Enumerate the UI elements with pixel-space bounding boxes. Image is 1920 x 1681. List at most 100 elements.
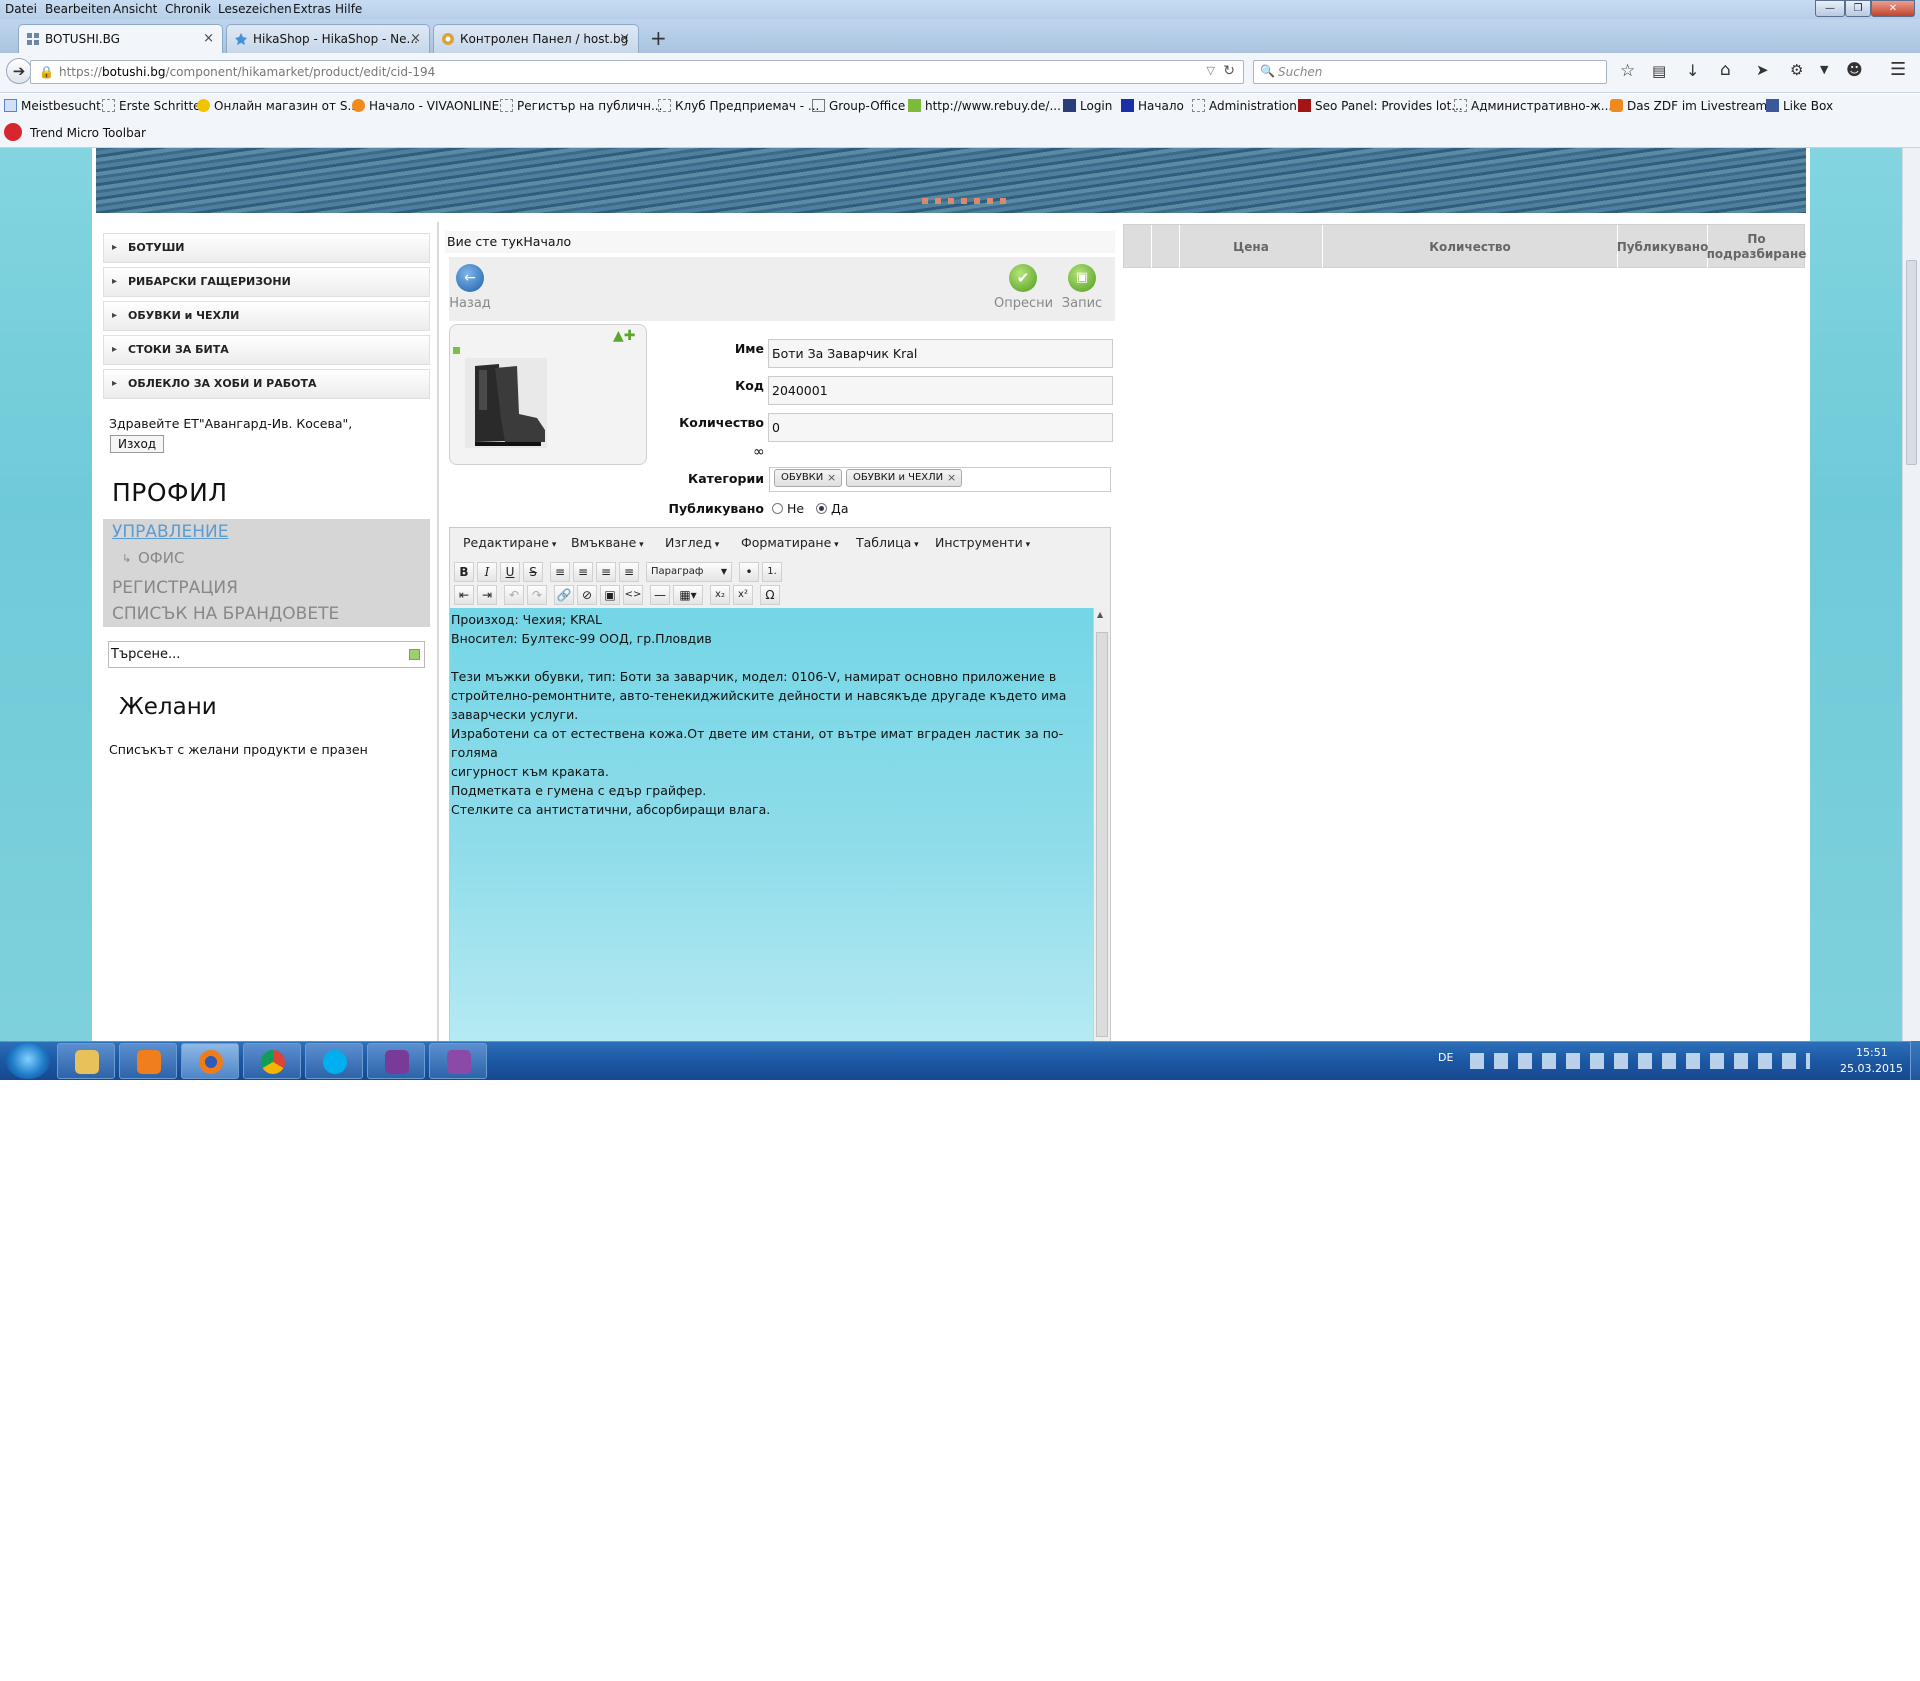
menu-bookmarks[interactable]: Lesezeichen [218, 2, 292, 16]
refresh-button[interactable]: ✔ Опресни [994, 264, 1053, 311]
new-tab-button[interactable]: + [650, 26, 667, 50]
table-icon[interactable]: ▦▾ [673, 585, 703, 605]
editor-menu-insert[interactable]: Вмъкване [571, 535, 644, 550]
editor-menu-edit[interactable]: Редактиране [463, 535, 556, 550]
bookmark-item[interactable]: Group-Office [812, 99, 905, 113]
tab-botushi[interactable]: BOTUSHI.BG × [18, 24, 223, 54]
indent-icon[interactable]: ⇥ [477, 585, 497, 605]
close-tab-icon[interactable]: × [410, 25, 421, 53]
menu-view[interactable]: Ansicht [113, 2, 157, 16]
scrollbar-thumb[interactable] [1096, 632, 1108, 1037]
special-char-icon[interactable]: Ω [760, 585, 780, 605]
link-icon[interactable]: 🔗 [554, 585, 574, 605]
editor-scrollbar[interactable]: ▲ [1093, 608, 1110, 1041]
bookmark-item[interactable]: Онлайн магазин от S... [197, 99, 359, 113]
slider-dots[interactable] [922, 198, 1012, 204]
redo-icon[interactable]: ↷ [527, 585, 547, 605]
dropdown-history-icon[interactable]: ▽ [1207, 64, 1215, 77]
menu-hamburger-icon[interactable]: ☰ [1890, 59, 1906, 80]
column-quantity[interactable]: Количество [1323, 225, 1618, 269]
trend-micro-label[interactable]: Trend Micro Toolbar [30, 126, 146, 140]
minimize-icon[interactable]: — [1815, 0, 1845, 17]
clock-date[interactable]: 25.03.2015 [1840, 1062, 1903, 1075]
code-icon[interactable]: <> [623, 585, 643, 605]
bookmark-item[interactable]: Erste Schritte [102, 99, 201, 113]
add-image-icon[interactable]: ▲✚ [613, 328, 636, 344]
bold-icon[interactable]: B [454, 562, 474, 582]
system-tray-icons[interactable] [1470, 1053, 1810, 1069]
taskbar-onenote-clipper[interactable] [429, 1043, 487, 1079]
reading-list-icon[interactable]: ▤ [1652, 62, 1666, 80]
quantity-input[interactable]: 0 [768, 413, 1113, 442]
column-published[interactable]: Публикувано [1617, 225, 1708, 269]
editor-menu-tools[interactable]: Инструменти [935, 535, 1030, 550]
taskbar-skype[interactable] [305, 1043, 363, 1079]
column-price[interactable]: Цена [1180, 225, 1323, 269]
restore-icon[interactable]: ❐ [1845, 0, 1871, 17]
align-justify-icon[interactable]: ≡ [619, 562, 639, 582]
horizontal-rule-icon[interactable]: — [650, 585, 670, 605]
scroll-up-icon[interactable]: ▲ [1097, 610, 1103, 619]
category-shoes-slippers[interactable]: ОБУВКИ и ЧЕХЛИ [103, 301, 430, 331]
bookmark-item[interactable]: Das ZDF im Livestream... [1610, 99, 1779, 113]
bookmark-item[interactable]: Seo Panel: Provides lot... [1298, 99, 1463, 113]
start-button[interactable] [6, 1043, 50, 1079]
menu-item-management[interactable]: УПРАВЛЕНИЕ [112, 522, 228, 542]
downloads-icon[interactable]: ↓ [1686, 61, 1699, 80]
search-icon[interactable] [409, 649, 420, 660]
chat-icon[interactable]: ☻ [1846, 60, 1863, 79]
addon-icon[interactable]: ⚙ [1790, 61, 1803, 79]
strikethrough-icon[interactable]: S [523, 562, 543, 582]
subscript-icon[interactable]: x₂ [710, 585, 730, 605]
taskbar-media-player[interactable] [119, 1043, 177, 1079]
category-clothing[interactable]: ОБЛЕКЛО ЗА ХОБИ И РАБОТА [103, 369, 430, 399]
taskbar-firefox[interactable] [181, 1043, 239, 1079]
menu-tools[interactable]: Extras [293, 2, 331, 16]
menu-file[interactable]: Datei [5, 2, 37, 16]
logout-button[interactable]: Изход [110, 435, 165, 453]
numbered-list-icon[interactable]: 1. [762, 562, 782, 582]
product-boot-image[interactable] [465, 358, 547, 448]
bookmark-item[interactable]: Meistbesucht [4, 99, 101, 113]
search-bar[interactable]: 🔍 Suchen [1253, 60, 1607, 84]
column-select[interactable] [1124, 225, 1152, 269]
page-scrollbar[interactable] [1902, 148, 1920, 1041]
format-select[interactable]: Параграф ▼ [646, 562, 732, 582]
menu-item-office[interactable]: ОФИС [138, 549, 184, 567]
bookmark-item[interactable]: Начало - VIVAONLINE [352, 99, 499, 113]
bullet-list-icon[interactable]: • [739, 562, 759, 582]
show-desktop-button[interactable] [1910, 1041, 1920, 1080]
bookmark-item[interactable]: Начало [1121, 99, 1184, 113]
column-default[interactable]: По подразбиране [1707, 225, 1807, 269]
editor-content[interactable]: Произход: Чехия; KRAL Вносител: Бултекс-… [450, 608, 1093, 1041]
bookmark-item[interactable]: http://www.rebuy.de/... [908, 99, 1061, 113]
align-center-icon[interactable]: ≡ [573, 562, 593, 582]
editor-menu-format[interactable]: Форматиране [741, 535, 839, 550]
save-button[interactable]: ▣ Запис [1060, 264, 1104, 311]
tab-host-panel[interactable]: Контролен Панел / host.bg × [433, 24, 639, 54]
send-icon[interactable]: ➤ [1756, 61, 1769, 79]
underline-icon[interactable]: U [500, 562, 520, 582]
menu-item-brand-list[interactable]: СПИСЪК НА БРАНДОВЕТЕ [112, 604, 339, 624]
menu-item-registration[interactable]: РЕГИСТРАЦИЯ [112, 578, 238, 598]
italic-icon[interactable]: I [477, 562, 497, 582]
editor-menu-view[interactable]: Изглед [665, 535, 719, 550]
code-input[interactable]: 2040001 [768, 376, 1113, 405]
bookmark-item[interactable]: Регистър на публичн... [500, 99, 662, 113]
taskbar-explorer[interactable] [57, 1043, 115, 1079]
language-indicator[interactable]: DE [1438, 1051, 1453, 1064]
bookmark-star-icon[interactable]: ☆ [1620, 61, 1635, 81]
bookmark-item[interactable]: Login [1063, 99, 1112, 113]
published-yes-radio[interactable] [816, 503, 828, 514]
scrollbar-thumb[interactable] [1906, 260, 1917, 465]
unlink-icon[interactable]: ⊘ [577, 585, 597, 605]
close-tab-icon[interactable]: × [619, 25, 630, 53]
clock-time[interactable]: 15:51 [1856, 1046, 1888, 1059]
unlimited-quantity-toggle[interactable]: ∞ [753, 444, 765, 460]
addon-dropdown-icon[interactable]: ▼ [1820, 63, 1828, 76]
search-input[interactable]: Търсене... [108, 641, 425, 668]
back-button[interactable]: ← Назад [449, 264, 491, 311]
taskbar-onenote[interactable] [367, 1043, 425, 1079]
back-arrow-icon[interactable]: ➔ [6, 58, 32, 84]
menu-edit[interactable]: Bearbeiten [45, 2, 111, 16]
